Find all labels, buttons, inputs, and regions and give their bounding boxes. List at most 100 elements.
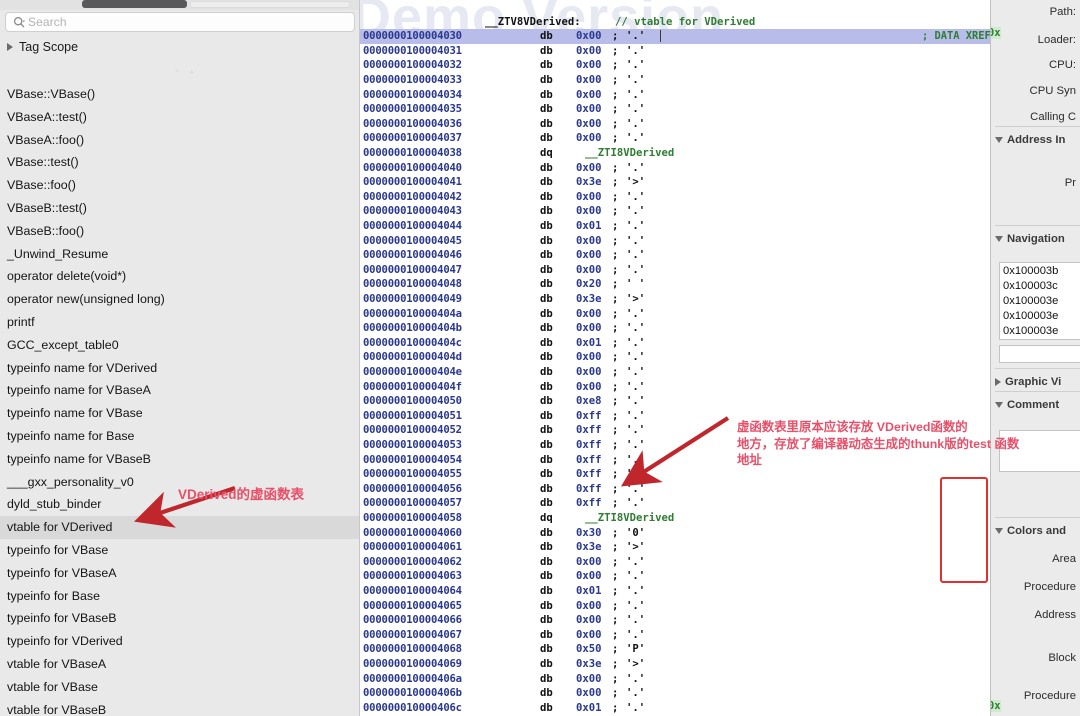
disasm-row[interactable]: 0000000100004063 db 0x00; '.' [360, 569, 990, 584]
navigation-list-item[interactable]: 0x100003e [1000, 294, 1080, 309]
navigation-list-item[interactable]: 0x100003b [1000, 264, 1080, 279]
sidebar-item-6[interactable]: VBaseB::foo() [0, 220, 359, 243]
disasm-row[interactable]: 0000000100004056 db 0xff; '.' [360, 482, 990, 497]
disasm-row[interactable]: 0000000100004042 db 0x00; '.' [360, 190, 990, 205]
sidebar-item-25[interactable]: vtable for VBaseA [0, 653, 359, 676]
disasm-row[interactable]: 0000000100004030 db 0x00; '.' ; DATA XREF=0x [360, 29, 990, 44]
sidebar-item-27[interactable]: vtable for VBaseB [0, 699, 359, 716]
sidebar-item-15[interactable]: typeinfo name for Base [0, 425, 359, 448]
sidebar-item-23[interactable]: typeinfo for VBaseB [0, 607, 359, 630]
disasm-row[interactable]: 0000000100004057 db 0xff; '.' [360, 496, 990, 511]
toolbar-segment-inactive[interactable] [190, 1, 350, 8]
disasm-row[interactable]: 0000000100004050 db 0xe8; '.' [360, 394, 990, 409]
disasm-row[interactable]: 0000000100004047 db 0x00; '.' [360, 263, 990, 278]
disasm-row[interactable]: 0000000100004061 db 0x3e; '>' [360, 540, 990, 555]
sidebar-item-26[interactable]: vtable for VBase [0, 676, 359, 699]
disasm-row[interactable]: 0000000100004033 db 0x00; '.' [360, 73, 990, 88]
disasm-row[interactable]: 0000000100004045 db 0x00; '.' [360, 234, 990, 249]
sidebar-item-7[interactable]: _Unwind_Resume [0, 243, 359, 266]
sidebar-item-0[interactable]: VBase::VBase() [0, 83, 359, 106]
disasm-row[interactable]: 0000000100004046 db 0x00; '.' [360, 248, 990, 263]
sidebar-item-9[interactable]: operator new(unsigned long) [0, 288, 359, 311]
disasm-row[interactable]: 0000000100004044 db 0x01; '.' [360, 219, 990, 234]
navigation-list-item[interactable]: 0x100003e [1000, 324, 1080, 339]
sidebar-item-14[interactable]: typeinfo name for VBase [0, 402, 359, 425]
disasm-row[interactable]: 0000000100004068 db 0x50; 'P' [360, 642, 990, 657]
disasm-row[interactable]: 0000000100004034 db 0x00; '.' [360, 88, 990, 103]
disassembly-view[interactable]: Demo Version __ZTV8VDerived:// vtable fo… [360, 0, 990, 716]
disasm-row[interactable]: 0000000100004064 db 0x01; '.' [360, 584, 990, 599]
disasm-row[interactable]: 0000000100004035 db 0x00; '.' [360, 102, 990, 117]
disasm-row[interactable]: 0000000100004040 db 0x00; '.' [360, 161, 990, 176]
sidebar-item-16[interactable]: typeinfo name for VBaseB [0, 448, 359, 471]
sidebar-item-12[interactable]: typeinfo name for VDerived [0, 357, 359, 380]
disasm-row[interactable]: 000000010000406b db 0x00; '.' [360, 686, 990, 701]
disasm-row[interactable]: 0000000100004066 db 0x00; '.' [360, 613, 990, 628]
sidebar-item-10[interactable]: printf [0, 311, 359, 334]
disasm-row[interactable]: 000000010000406a db 0x00; '.' [360, 672, 990, 687]
disasm-row[interactable]: 0000000100004054 db 0xff; '.' [360, 453, 990, 468]
sidebar-item-11[interactable]: GCC_except_table0 [0, 334, 359, 357]
sidebar-item-2[interactable]: VBaseA::foo() [0, 129, 359, 152]
tag-scope-toggle[interactable]: Tag Scope [7, 40, 78, 54]
disasm-row[interactable]: 0000000100004052 db 0xff; '.' [360, 423, 990, 438]
toolbar-segment-active[interactable] [82, 0, 187, 8]
sidebar-item-19[interactable]: vtable for VDerived [0, 516, 359, 539]
navigation-list[interactable]: 0x100003b 0x100003c 0x100003e 0x100003e 0x10… [999, 262, 1080, 340]
sidebar-item-22[interactable]: typeinfo for Base [0, 585, 359, 608]
disasm-row[interactable]: 000000010000404c db 0x01; '.' [360, 336, 990, 351]
disasm-row[interactable]: 0000000100004031 db 0x00; '.' [360, 44, 990, 59]
sidebar-item-24[interactable]: typeinfo for VDerived [0, 630, 359, 653]
sidebar-item-8[interactable]: operator delete(void*) [0, 265, 359, 288]
inspector-section-4[interactable]: Colors and [995, 525, 1066, 537]
disasm-row[interactable]: 000000010000404d db 0x00; '.' [360, 350, 990, 365]
disasm-row[interactable]: 0000000100004038 dq __ZTI8VDerived [360, 146, 990, 161]
navigation-list-item[interactable]: 0x100003e [1000, 309, 1080, 324]
sidebar-item-17[interactable]: ___gxx_personality_v0 [0, 471, 359, 494]
disasm-row[interactable]: 000000010000404f db 0x00; '.' [360, 380, 990, 395]
row-xref[interactable]: ; DATA XREF=0x [922, 29, 990, 44]
disasm-row[interactable]: 000000010000404e db 0x00; '.' [360, 365, 990, 380]
navigation-list-item[interactable]: 0x100003c [1000, 279, 1080, 294]
row-address: 0000000100004041 [363, 176, 462, 189]
disasm-row[interactable]: 0000000100004043 db 0x00; '.' [360, 204, 990, 219]
disasm-row[interactable]: 0000000100004037 db 0x00; '.' [360, 131, 990, 146]
sidebar-item-21[interactable]: typeinfo for VBaseA [0, 562, 359, 585]
inspector-section-3[interactable]: Comment [995, 399, 1059, 411]
disasm-row[interactable]: 0000000100004032 db 0x00; '.' [360, 58, 990, 73]
disasm-row[interactable]: 0000000100004055 db 0xff; '.' [360, 467, 990, 482]
disasm-row[interactable]: 000000010000404a db 0x00; '.' [360, 307, 990, 322]
disasm-row[interactable]: 0000000100004053 db 0xff; '.' [360, 438, 990, 453]
row-operand: 0xff [576, 497, 602, 510]
symbol-list[interactable]: VBase::VBase() VBaseA::test() VBaseA::foo(… [0, 83, 359, 716]
sidebar-item-3[interactable]: VBase::test() [0, 151, 359, 174]
disasm-row[interactable]: 0000000100004060 db 0x30; '0' [360, 526, 990, 541]
sidebar-item-5[interactable]: VBaseB::test() [0, 197, 359, 220]
disasm-row[interactable]: 000000010000404b db 0x00; '.' [360, 321, 990, 336]
disasm-row[interactable]: 0000000100004048 db 0x20; ' ' [360, 277, 990, 292]
sidebar-item-18[interactable]: dyld_stub_binder [0, 493, 359, 516]
disasm-row[interactable]: 0000000100004062 db 0x00; '.' [360, 555, 990, 570]
search-input[interactable]: Search [5, 12, 355, 32]
row-semicolon: ; [612, 643, 619, 656]
disasm-row[interactable]: 0000000100004049 db 0x3e; '>' [360, 292, 990, 307]
sidebar-item-20[interactable]: typeinfo for VBase [0, 539, 359, 562]
navigation-address-input[interactable] [999, 345, 1080, 363]
sidebar-item-1[interactable]: VBaseA::test() [0, 106, 359, 129]
disasm-row[interactable]: 000000010000406c db 0x01; '.' [360, 701, 990, 716]
row-symbol-operand[interactable]: __ZTI8VDerived [585, 511, 674, 526]
disasm-row[interactable]: 0000000100004041 db 0x3e; '>' [360, 175, 990, 190]
inspector-section-0[interactable]: Address In [995, 134, 1065, 146]
disasm-row[interactable]: 0000000100004058 dq __ZTI8VDerived [360, 511, 990, 526]
row-symbol-operand[interactable]: __ZTI8VDerived [585, 146, 674, 161]
disasm-row[interactable]: 0000000100004036 db 0x00; '.' [360, 117, 990, 132]
disasm-row[interactable]: 0000000100004065 db 0x00; '.' [360, 599, 990, 614]
inspector-section-2[interactable]: Graphic Vi [995, 376, 1061, 388]
disasm-row[interactable]: 0000000100004069 db 0x3e; '>' [360, 657, 990, 672]
sidebar-item-4[interactable]: VBase::foo() [0, 174, 359, 197]
disasm-row[interactable]: 0000000100004067 db 0x00; '.' [360, 628, 990, 643]
inspector-section-1[interactable]: Navigation [995, 233, 1065, 245]
comment-textarea[interactable] [999, 430, 1080, 472]
disasm-row[interactable]: 0000000100004051 db 0xff; '.' [360, 409, 990, 424]
sidebar-item-13[interactable]: typeinfo name for VBaseA [0, 379, 359, 402]
